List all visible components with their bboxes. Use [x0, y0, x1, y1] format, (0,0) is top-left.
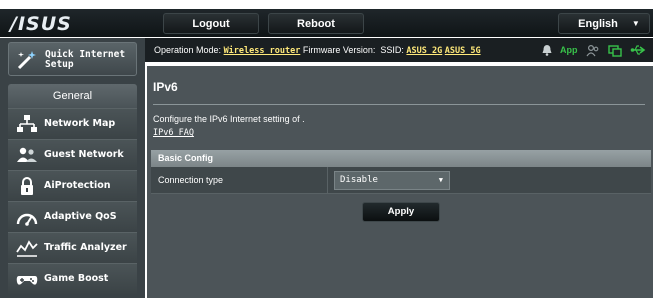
connection-type-row: Connection type Disable ▼ — [151, 167, 651, 194]
chevron-down-icon: ▼ — [438, 176, 443, 184]
lock-icon — [21, 177, 33, 195]
ipv6-faq-link[interactable]: IPv6_FAQ — [153, 128, 194, 138]
sidebar-item-label: Traffic Analyzer — [44, 242, 127, 253]
firmware-version-label: Firmware Version: — [302, 45, 376, 55]
chevron-down-icon: ▼ — [631, 19, 640, 28]
network-map-icon — [17, 115, 37, 132]
connection-type-label: Connection type — [158, 175, 224, 185]
usb-icon[interactable] — [630, 44, 646, 56]
magic-wand-icon — [17, 51, 36, 70]
ssid-5g-link[interactable]: ASUS_5G — [445, 46, 481, 56]
clients-icon[interactable] — [586, 44, 600, 57]
sidebar-item-label: Adaptive QoS — [44, 211, 117, 222]
row-separator — [327, 167, 328, 194]
operation-mode-label: Operation Mode: — [154, 45, 222, 55]
app-link[interactable]: App — [560, 38, 578, 62]
notification-bell-icon[interactable] — [542, 44, 552, 56]
ssid-label: SSID: — [380, 45, 404, 55]
gauge-icon — [16, 213, 38, 226]
asus-logo: /ISUS — [10, 13, 72, 35]
sidebar-item-game-boost[interactable]: Game Boost — [8, 263, 137, 294]
connection-type-select[interactable]: Disable ▼ — [334, 171, 450, 190]
internet-status-icon[interactable] — [607, 44, 622, 57]
connection-type-value: Disable — [340, 175, 378, 185]
status-bar: Operation Mode: Wireless router Firmware… — [145, 38, 653, 62]
gamepad-icon — [16, 276, 38, 285]
sidebar-item-aiprotection[interactable]: AiProtection — [8, 170, 137, 201]
quick-internet-setup-label: Quick Internet Setup — [45, 49, 126, 70]
language-label: English — [578, 17, 618, 30]
quick-internet-setup-button[interactable]: Quick Internet Setup — [8, 42, 137, 76]
sidebar-item-label: Game Boost — [44, 273, 109, 284]
ssid-2g-link[interactable]: ASUS_2G — [406, 46, 442, 56]
reboot-button[interactable]: Reboot — [268, 13, 364, 34]
page-description: Configure the IPv6 Internet setting of . — [153, 114, 305, 124]
sidebar-item-guest-network[interactable]: Guest Network — [8, 139, 137, 170]
logout-button[interactable]: Logout — [163, 13, 259, 34]
sidebar-item-label: Network Map — [44, 118, 116, 129]
traffic-analyzer-icon — [16, 240, 38, 257]
main-panel: IPv6 Configure the IPv6 Internet setting… — [147, 66, 653, 298]
sidebar-item-adaptive-qos[interactable]: Adaptive QoS — [8, 201, 137, 232]
page-title: IPv6 — [153, 80, 178, 94]
sidebar-item-label: Guest Network — [44, 149, 124, 160]
title-divider — [153, 104, 645, 105]
apply-button[interactable]: Apply — [362, 202, 440, 222]
operation-mode-link[interactable]: Wireless router — [224, 46, 301, 56]
sidebar-item-network-map[interactable]: Network Map — [8, 108, 137, 139]
basic-config-header: Basic Config — [151, 150, 651, 167]
sidebar-item-traffic-analyzer[interactable]: Traffic Analyzer — [8, 232, 137, 263]
guest-network-icon — [17, 147, 37, 162]
language-select[interactable]: English ▼ — [558, 13, 650, 34]
general-header: General — [8, 84, 137, 108]
sidebar-item-label: AiProtection — [44, 180, 111, 191]
